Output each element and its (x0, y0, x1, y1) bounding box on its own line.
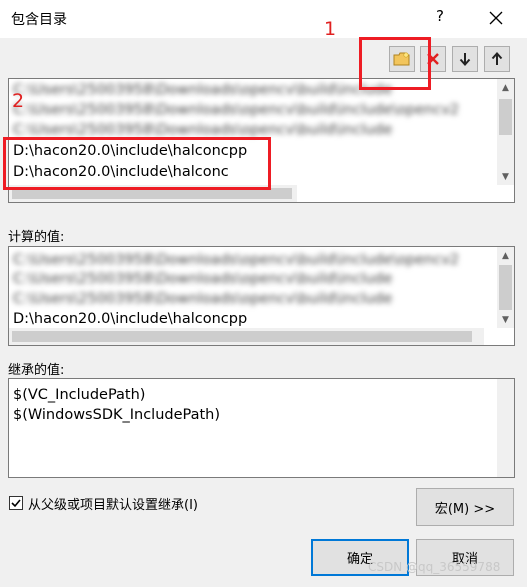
arrow-up-icon (491, 52, 503, 65)
inherit-checkbox-label[interactable]: 从父级或项目默认设置继承(I) (28, 494, 198, 513)
window-title: 包含目录 (11, 12, 67, 28)
inherited-values-label: 继承的值: (8, 363, 65, 378)
list-item: D:\hacon20.0\include\halconcpp (13, 311, 248, 327)
annotation-box-toolbar (359, 37, 431, 90)
horizontal-scrollbar[interactable] (9, 328, 484, 345)
list-item[interactable]: C:\Users\25003958\Downloads\opencv\build… (13, 80, 392, 100)
annotation-box-halcon-paths (3, 137, 271, 190)
scroll-thumb[interactable] (499, 99, 512, 135)
annotation-marker-2: 2 (12, 90, 25, 112)
list-item: C:\Users\25003958\Downloads\opencv\build… (13, 291, 393, 307)
computed-values-label: 计算的值: (8, 230, 65, 245)
scroll-down-icon[interactable]: ▼ (497, 168, 514, 185)
scroll-thumb[interactable] (499, 265, 512, 310)
list-item: $(WindowsSDK_IncludePath) (13, 407, 221, 423)
inherited-values-list: $(VC_IncludePath) $(WindowsSDK_IncludePa… (8, 378, 515, 478)
move-up-button[interactable] (484, 46, 510, 72)
checkmark-icon (11, 499, 21, 508)
annotation-marker-1: 1 (324, 18, 337, 40)
close-button[interactable] (483, 5, 509, 31)
scroll-thumb[interactable] (12, 331, 472, 342)
scroll-up-icon[interactable]: ▲ (497, 247, 514, 264)
watermark: CSDN @qq_36559788 (368, 560, 501, 574)
list-item: C:\Users\25003958\Downloads\opencv\build… (13, 271, 393, 287)
close-icon (489, 11, 503, 25)
vertical-scrollbar (497, 379, 514, 477)
list-item: $(VC_IncludePath) (13, 387, 146, 403)
scroll-down-icon[interactable]: ▼ (497, 311, 514, 328)
vertical-scrollbar[interactable]: ▲ ▼ (497, 247, 514, 328)
move-down-button[interactable] (452, 46, 478, 72)
scroll-up-icon[interactable]: ▲ (497, 79, 514, 96)
list-item[interactable]: C:\Users\25003958\Downloads\opencv\build… (13, 100, 459, 120)
macro-button[interactable]: 宏(M) >> (416, 488, 514, 526)
vertical-scrollbar[interactable]: ▲ ▼ (497, 79, 514, 185)
help-button[interactable]: ? (430, 7, 450, 29)
list-item: C:\Users\25003958\Downloads\opencv\build… (13, 252, 460, 268)
arrow-down-icon (459, 53, 471, 66)
inherit-checkbox[interactable] (9, 496, 23, 510)
computed-values-list: C:\Users\25003958\Downloads\opencv\build… (8, 246, 515, 346)
